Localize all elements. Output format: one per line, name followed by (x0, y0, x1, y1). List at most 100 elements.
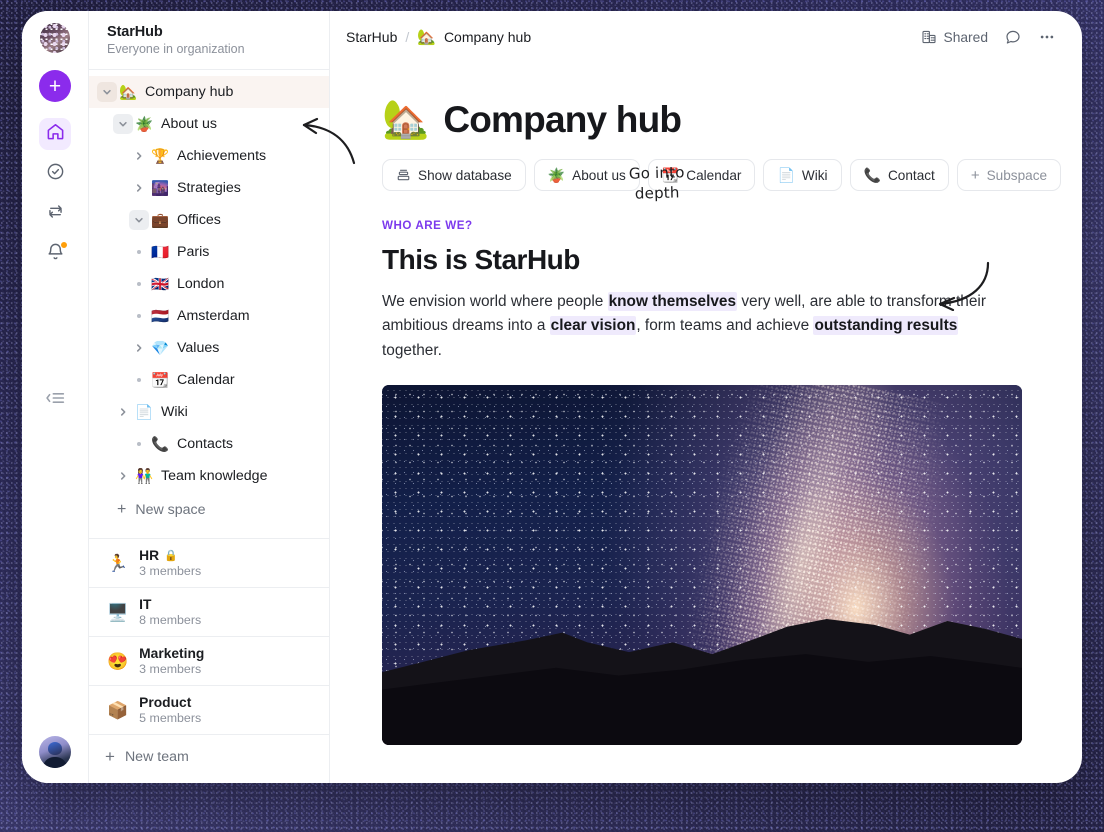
chip-calendar[interactable]: 📆 Calendar (647, 159, 756, 191)
chevron-right-icon[interactable] (129, 146, 149, 166)
chevron-right-icon[interactable] (129, 338, 149, 358)
team-member-count: 3 members (139, 662, 202, 676)
sidebar-item-calendar[interactable]: 📆 Calendar (89, 364, 329, 396)
chip-emoji: 📞 (863, 166, 881, 183)
plus-icon: + (105, 747, 115, 766)
chevron-down-icon[interactable] (97, 82, 117, 102)
comment-bubble-icon (1004, 28, 1022, 46)
sidebar-item-team-knowledge[interactable]: 👫 Team knowledge (89, 460, 329, 492)
sidebar-item-values[interactable]: 💎 Values (89, 332, 329, 364)
sidebar-item-offices[interactable]: 💼 Offices (89, 204, 329, 236)
workspace-avatar[interactable] (40, 23, 70, 53)
item-emoji: 🇬🇧 (150, 276, 170, 293)
bullet-icon (129, 314, 149, 318)
new-space-label: New space (135, 502, 206, 518)
notification-badge (60, 241, 68, 249)
item-emoji: 💼 (150, 212, 170, 229)
sidebar: StarHub Everyone in organization 🏡 Compan… (88, 11, 330, 783)
home-icon (46, 122, 65, 146)
rail-item-notifications[interactable] (39, 238, 71, 270)
team-member-count: 3 members (139, 564, 202, 578)
sidebar-item-contacts[interactable]: 📞 Contacts (89, 428, 329, 460)
chevron-down-icon[interactable] (113, 114, 133, 134)
page-title-row: 🏡 Company hub (382, 99, 1042, 141)
sidebar-item-label: Offices (177, 212, 221, 228)
item-emoji: 📞 (150, 436, 170, 453)
team-item-it[interactable]: 🖥️ IT 8 members (89, 588, 329, 637)
sidebar-item-london[interactable]: 🇬🇧 London (89, 268, 329, 300)
highlight-outstanding-results: outstanding results (813, 316, 959, 336)
quick-links-row: Show database 🪴 About us 📆 Calendar 📄 Wiki 📞 Con… (382, 159, 1062, 191)
sidebar-item-wiki[interactable]: 📄 Wiki (89, 396, 329, 428)
new-space-button[interactable]: + New space (89, 494, 329, 526)
paragraph-part-3: , form teams and achieve (636, 317, 814, 335)
team-item-marketing[interactable]: 😍 Marketing 3 members (89, 637, 329, 686)
new-team-button[interactable]: + New team (89, 735, 329, 779)
sidebar-item-company-hub[interactable]: 🏡 Company hub (89, 76, 329, 108)
section-paragraph: We envision world where people know them… (382, 290, 1012, 363)
page-title[interactable]: Company hub (443, 99, 682, 141)
bullet-icon (129, 378, 149, 382)
section-eyebrow: WHO ARE WE? (382, 219, 473, 232)
chip-label: Wiki (801, 167, 828, 183)
rail-item-updates[interactable] (39, 198, 71, 230)
sidebar-item-amsterdam[interactable]: 🇳🇱 Amsterdam (89, 300, 329, 332)
check-circle-icon (46, 162, 65, 186)
app-window: + StarHub Everyone in organization 🏡 Com… (22, 11, 1082, 783)
sidebar-item-label: Strategies (177, 180, 241, 196)
breadcrumb-emoji: 🏡 (417, 29, 436, 46)
sidebar-item-about-us[interactable]: 🪴 About us (89, 108, 329, 140)
shared-button[interactable]: Shared (917, 25, 993, 49)
new-team-label: New team (124, 749, 189, 765)
workspace-header[interactable]: StarHub Everyone in organization (89, 11, 329, 70)
sidebar-item-label: Contacts (177, 436, 233, 452)
chevron-right-icon[interactable] (129, 178, 149, 198)
hero-image[interactable] (382, 385, 1022, 746)
plus-icon: + (970, 166, 980, 184)
paragraph-part-4: together. (382, 341, 442, 359)
more-horizontal-icon (1038, 28, 1056, 46)
rail-item-tasks[interactable] (39, 158, 71, 190)
sidebar-item-paris[interactable]: 🇫🇷 Paris (89, 236, 329, 268)
team-name: HR (139, 548, 160, 563)
lock-icon: 🔒 (164, 550, 178, 562)
chip-emoji: 📆 (661, 166, 680, 183)
team-name: Marketing (139, 646, 205, 661)
user-avatar[interactable] (39, 736, 71, 768)
chip-label: Subspace (986, 167, 1048, 183)
create-new-button[interactable]: + (39, 70, 71, 102)
team-emoji: 📦 (107, 700, 129, 720)
chip-emoji: 🪴 (547, 166, 566, 183)
section-heading: This is StarHub (382, 244, 580, 275)
chip-label: About us (572, 167, 626, 183)
company-building-icon (921, 29, 937, 45)
sidebar-item-label: Paris (177, 244, 210, 260)
chevron-right-icon[interactable] (113, 466, 133, 486)
chevron-right-icon[interactable] (113, 402, 133, 422)
comments-button[interactable] (1000, 24, 1026, 50)
top-bar: StarHub / 🏡 Company hub Shared (330, 11, 1082, 63)
collapse-sidebar-button[interactable] (22, 390, 88, 411)
team-item-product[interactable]: 📦 Product 5 members (89, 686, 329, 735)
sidebar-item-achievements[interactable]: 🏆 Achievements (89, 140, 329, 172)
chip-label: Contact (887, 167, 935, 183)
sidebar-item-strategies[interactable]: 🌆 Strategies (89, 172, 329, 204)
breadcrumb-current[interactable]: Company hub (444, 29, 531, 45)
chip-contact[interactable]: 📞 Contact (849, 159, 949, 191)
chip-label: Calendar (686, 167, 742, 183)
team-item-hr[interactable]: 🏃 HR 🔒 3 members (89, 539, 329, 588)
sidebar-item-label: About us (161, 116, 218, 132)
chevron-down-icon[interactable] (129, 210, 149, 230)
sidebar-item-label: London (177, 276, 225, 292)
chip-show-database[interactable]: Show database (382, 159, 526, 191)
chip-about-us[interactable]: 🪴 About us (533, 159, 640, 191)
workspace-title: StarHub (107, 24, 163, 40)
page-emoji[interactable]: 🏡 (382, 101, 429, 139)
chip-wiki[interactable]: 📄 Wiki (763, 159, 842, 191)
hero-mountain-silhouette (382, 618, 1022, 746)
breadcrumb-root[interactable]: StarHub (346, 29, 397, 45)
more-options-button[interactable] (1034, 24, 1060, 50)
sidebar-item-label: Wiki (161, 404, 188, 420)
rail-item-home[interactable] (39, 118, 71, 150)
chip-subspace[interactable]: + Subspace (956, 159, 1062, 191)
